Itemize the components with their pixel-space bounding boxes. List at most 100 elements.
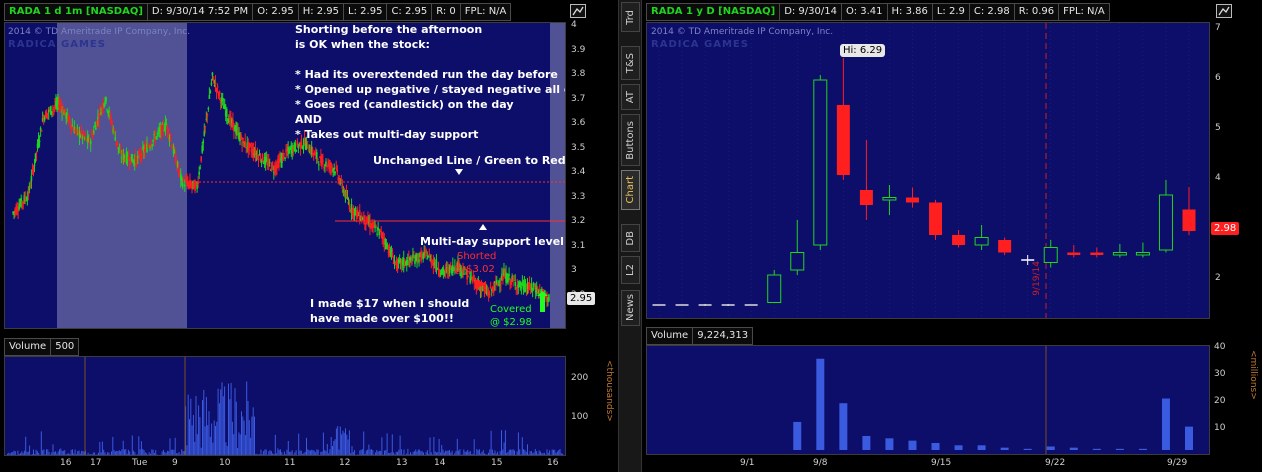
left-volume-bar: [216, 421, 218, 455]
left-volume-bar: [207, 425, 209, 455]
left-volume-bar: [540, 451, 541, 455]
tab-buttons[interactable]: Buttons: [621, 114, 640, 166]
left-volume-bar: [523, 449, 525, 455]
left-volume-bar: [468, 452, 470, 455]
left-volume-bar: [150, 453, 151, 455]
left-volume-bar: [484, 453, 486, 455]
left-volume-bar: [231, 421, 233, 455]
date-marker-label: 9/19/14: [1032, 261, 1042, 296]
right-symbol-title[interactable]: RADA 1 y D [NASDAQ]: [646, 3, 781, 21]
left-volume-bar: [133, 450, 135, 455]
left-volume-bar: [299, 450, 301, 455]
tab-chart[interactable]: Chart: [621, 170, 640, 210]
left-price-chart[interactable]: 2014 © TD Ameritrade IP Company, Inc. RA…: [4, 22, 566, 329]
left-volume-bar: [529, 451, 531, 455]
left-volume-bar: [224, 386, 226, 455]
right-time-axis[interactable]: 9/1 9/8 9/15 9/22 9/29: [646, 458, 1210, 472]
left-volume-bar: [393, 452, 395, 455]
left-volume-bar: [506, 452, 508, 455]
left-volume-bar: [254, 416, 255, 455]
left-volume-bar: [38, 453, 40, 455]
side-tab-bar: Trd T&S AT Buttons Chart DB L2 News: [618, 0, 642, 472]
left-time-label: 14: [434, 458, 446, 468]
left-volume-bar: [125, 449, 127, 455]
left-time-axis[interactable]: 16 17 Tue 9 10 11 12 13 14 15 16: [4, 458, 566, 472]
daily-candle: [952, 230, 966, 248]
left-volume-bar: [562, 453, 564, 455]
tab-active-trader[interactable]: AT: [621, 84, 640, 110]
left-volume-bar: [140, 441, 142, 455]
left-volume-bar: [269, 450, 271, 455]
chart-style-icon[interactable]: [570, 4, 586, 18]
left-volume-bar: [508, 449, 510, 455]
left-time-label: 16: [547, 458, 559, 468]
right-vol-tick-40: 40: [1214, 342, 1226, 352]
left-volume-bar: [200, 447, 202, 455]
right-price-axis[interactable]: 765432: [1212, 22, 1242, 319]
left-volume-bar: [307, 449, 309, 455]
left-symbol-title[interactable]: RADA 1 d 1m [NASDAQ]: [4, 3, 148, 21]
left-volume-bar: [541, 453, 543, 455]
left-volume-bar: [138, 436, 140, 455]
left-chart-header: RADA 1 d 1m [NASDAQ] D: 9/30/14 7:52 PM …: [4, 3, 512, 21]
tab-db[interactable]: DB: [621, 224, 640, 252]
result-line1: I made $17 when I should: [310, 297, 470, 310]
left-volume-bar: [521, 437, 523, 455]
right-chart-header: RADA 1 y D [NASDAQ] D: 9/30/14 O: 3.41 H…: [646, 3, 1110, 21]
tab-news[interactable]: News: [621, 290, 640, 326]
left-volume-bar: [117, 451, 119, 455]
daily-candle: [1158, 180, 1173, 253]
left-volume-bar: [449, 450, 450, 455]
left-volume-bar: [501, 430, 502, 455]
left-volume-bar: [70, 449, 72, 455]
left-volume-bar: [283, 451, 285, 455]
left-price-axis[interactable]: 43.93.83.73.63.53.43.33.23.132.9: [568, 20, 598, 329]
left-volume-bar: [556, 451, 558, 455]
left-volume-bar: [477, 450, 479, 455]
left-volume-bar: [68, 453, 70, 455]
left-volume-chart[interactable]: [4, 356, 566, 456]
left-volume-bar: [429, 437, 431, 455]
left-volume-bar: [306, 437, 307, 455]
tab-trd[interactable]: Trd: [621, 2, 640, 32]
annotation-line7: * Takes out multi-day support: [295, 128, 479, 141]
left-volume-bar: [48, 452, 50, 455]
left-volume-bar: [182, 451, 184, 455]
left-volume-bar: [264, 449, 266, 455]
left-volume-bar: [359, 450, 361, 455]
left-volume-bar: [467, 449, 469, 455]
left-volume-bar: [478, 449, 480, 455]
daily-candle: [1135, 242, 1150, 258]
left-volume-bar: [190, 398, 192, 455]
right-open: O: 3.41: [841, 3, 888, 21]
left-volume-bar: [361, 449, 363, 455]
left-fpl: FPL: N/A: [459, 3, 512, 21]
left-volume-bar: [298, 433, 300, 455]
left-volume-bar: [542, 453, 544, 455]
left-volume-bar: [493, 453, 495, 455]
left-volume-bar: [350, 453, 352, 455]
left-volume-bar: [534, 449, 536, 455]
left-volume-bar: [356, 454, 358, 455]
left-price-tick: 3.2: [571, 216, 586, 227]
left-range: R: 0: [431, 3, 461, 21]
tab-time-and-sales[interactable]: T&S: [621, 46, 640, 80]
right-volume-chart[interactable]: [646, 345, 1210, 455]
left-volume-bar: [473, 439, 475, 455]
right-price-chart[interactable]: 2014 © TD Ameritrade IP Company, Inc. RA…: [646, 22, 1210, 319]
left-volume-bar: [198, 405, 200, 455]
left-volume-bar: [101, 441, 103, 455]
left-volume-bar: [127, 449, 129, 455]
right-volume-bar: [1046, 446, 1055, 450]
left-volume-bar: [326, 443, 328, 455]
left-volume-bar: [178, 451, 180, 455]
left-volume-bar: [234, 388, 236, 455]
left-volume-bar: [464, 451, 466, 455]
left-volume-bar: [225, 442, 227, 455]
chart-style-icon-right[interactable]: [1216, 4, 1232, 18]
tab-level2[interactable]: L2: [621, 256, 640, 284]
left-volume-bar: [120, 451, 122, 455]
left-volume-bar: [40, 431, 42, 455]
left-volume-bar: [142, 448, 144, 455]
left-volume-bar: [367, 449, 369, 455]
